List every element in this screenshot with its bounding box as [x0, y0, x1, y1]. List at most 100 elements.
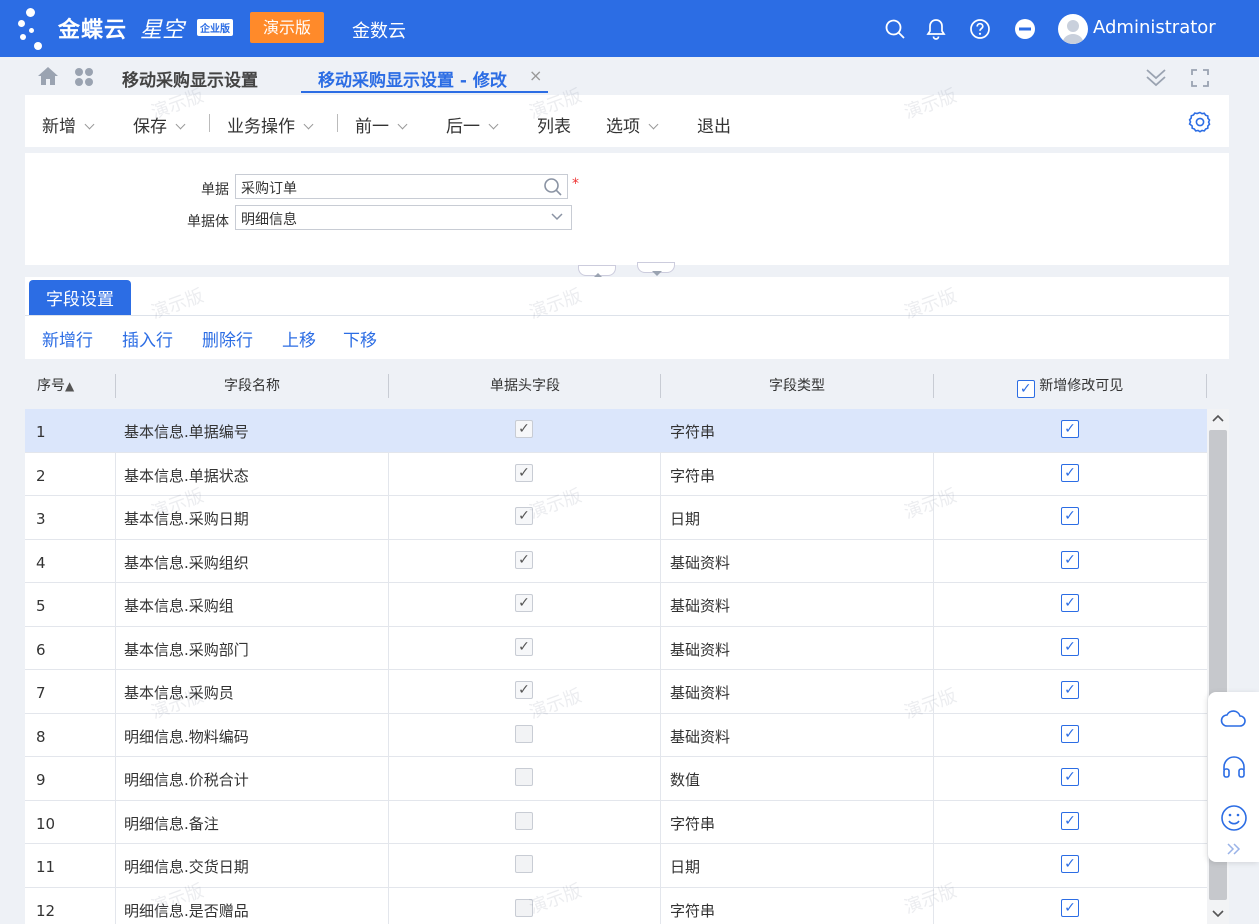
scroll-up-icon[interactable]	[1212, 413, 1224, 423]
data-center-name[interactable]: 金数云	[352, 17, 406, 43]
chevron-down-icon[interactable]	[551, 213, 563, 221]
chevron-down-icon[interactable]	[488, 119, 499, 130]
demo-badge[interactable]: 演示版	[250, 12, 324, 43]
collapse-up-button[interactable]	[578, 265, 616, 278]
bell-icon[interactable]	[925, 18, 947, 40]
headset-icon[interactable]	[1221, 755, 1247, 781]
brand-name: 金蝶云	[58, 18, 128, 43]
add-row-button[interactable]: 新增行	[42, 326, 93, 351]
cell-field-name[interactable]: 基本信息.采购部门	[124, 627, 249, 671]
fullscreen-icon[interactable]	[1190, 68, 1210, 88]
chevron-down-icon[interactable]	[303, 119, 314, 130]
table-row[interactable]: 9 明细信息.价税合计 数值 ✓	[25, 757, 1207, 801]
avatar[interactable]	[1058, 14, 1088, 44]
cell-field-name[interactable]: 基本信息.采购日期	[124, 496, 249, 540]
search-icon[interactable]	[884, 18, 906, 40]
table-row[interactable]: 3 基本信息.采购日期 ✓ 日期 ✓	[25, 496, 1207, 540]
help-icon[interactable]	[969, 18, 991, 40]
cell-field-name[interactable]: 基本信息.采购组	[124, 583, 234, 627]
table-row[interactable]: 5 基本信息.采购组 ✓ 基础资料 ✓	[25, 583, 1207, 627]
cell-field-name[interactable]: 明细信息.备注	[124, 801, 219, 845]
table-row[interactable]: 11 明细信息.交货日期 日期 ✓	[25, 844, 1207, 888]
chevron-down-icon[interactable]	[84, 119, 95, 130]
table-row[interactable]: 12 明细信息.是否赠品 字符串 ✓	[25, 888, 1207, 924]
col-header-no[interactable]: 序号▲	[37, 359, 117, 409]
cell-field-name[interactable]: 基本信息.采购员	[124, 670, 234, 714]
tab-field-settings[interactable]: 字段设置	[29, 280, 131, 316]
tab-display-settings-edit[interactable]: 移动采购显示设置 - 修改	[318, 66, 507, 91]
visible-checkbox[interactable]: ✓	[1061, 855, 1079, 873]
table-row[interactable]: 4 基本信息.采购组织 ✓ 基础资料 ✓	[25, 540, 1207, 584]
table-row[interactable]: 1 基本信息.单据编号 ✓ 字符串 ✓	[25, 409, 1207, 453]
next-button[interactable]: 后一	[446, 112, 499, 137]
scroll-down-icon[interactable]	[1212, 909, 1224, 919]
apps-icon[interactable]	[74, 67, 94, 87]
table-row[interactable]: 8 明细信息.物料编码 基础资料 ✓	[25, 714, 1207, 758]
visible-checkbox[interactable]: ✓	[1061, 724, 1079, 743]
visible-checkbox[interactable]: ✓	[1061, 768, 1079, 786]
col-header-field-type[interactable]: 字段类型	[661, 359, 933, 409]
chevron-down-icon[interactable]	[175, 119, 186, 130]
table-row[interactable]: 7 基本信息.采购员 ✓ 基础资料 ✓	[25, 670, 1207, 714]
cloud-icon[interactable]	[1220, 708, 1246, 730]
visible-checkbox[interactable]: ✓	[1061, 507, 1079, 525]
visible-checkbox[interactable]: ✓	[1061, 550, 1079, 569]
col-header-visible[interactable]: ✓ 新增修改可见	[934, 359, 1206, 409]
cell-field-name[interactable]: 明细信息.是否赠品	[124, 888, 249, 924]
visible-checkbox[interactable]: ✓	[1061, 594, 1079, 612]
exit-button[interactable]: 退出	[697, 112, 731, 137]
chevron-down-icon[interactable]	[648, 119, 659, 130]
settings-icon[interactable]	[1188, 110, 1212, 134]
smile-icon[interactable]	[1220, 804, 1248, 832]
col-header-field-name[interactable]: 字段名称	[116, 359, 388, 409]
move-down-button[interactable]: 下移	[343, 326, 377, 351]
sort-asc-icon[interactable]: ▲	[65, 379, 74, 393]
tab-display-settings[interactable]: 移动采购显示设置	[122, 66, 258, 91]
cell-field-type: 基础资料	[670, 553, 731, 572]
required-mark: *	[572, 176, 579, 192]
chevron-down-icon[interactable]	[397, 119, 408, 130]
user-name[interactable]: Administrator	[1093, 17, 1216, 38]
visible-checkbox[interactable]: ✓	[1061, 463, 1079, 482]
list-button[interactable]: 列表	[537, 112, 571, 137]
insert-row-button[interactable]: 插入行	[122, 326, 173, 351]
table-row[interactable]: 10 明细信息.备注 字符串 ✓	[25, 801, 1207, 845]
home-icon[interactable]	[37, 66, 59, 86]
previous-button[interactable]: 前一	[355, 112, 408, 137]
visible-checkbox[interactable]: ✓	[1061, 811, 1079, 830]
select-all-checkbox[interactable]: ✓	[1016, 380, 1035, 398]
cell-field-name[interactable]: 明细信息.价税合计	[124, 757, 249, 801]
double-chevron-icon[interactable]	[1226, 842, 1242, 856]
business-ops-button[interactable]: 业务操作	[227, 112, 314, 137]
options-button[interactable]: 选项	[606, 112, 659, 137]
edition-badge: 企业版	[197, 19, 233, 36]
visible-checkbox[interactable]: ✓	[1061, 637, 1079, 656]
move-up-button[interactable]: 上移	[282, 326, 316, 351]
minus-circle-icon[interactable]	[1014, 18, 1036, 40]
cell-field-name[interactable]: 明细信息.交货日期	[124, 844, 249, 888]
cell-field-name[interactable]: 明细信息.物料编码	[124, 714, 249, 758]
col-visible-label: 新增修改可见	[1039, 378, 1124, 394]
header-field-checkbox	[515, 898, 533, 917]
panel-splitter	[25, 262, 1229, 278]
cell-field-name[interactable]: 基本信息.采购组织	[124, 540, 249, 584]
tab-close-icon[interactable]: ×	[529, 66, 542, 85]
delete-row-button[interactable]: 删除行	[202, 326, 253, 351]
cell-field-name[interactable]: 基本信息.单据状态	[124, 453, 249, 497]
bill-body-select[interactable]: 明细信息	[235, 205, 572, 230]
header-field-checkbox	[515, 768, 533, 786]
search-icon[interactable]	[543, 177, 563, 197]
visible-checkbox[interactable]: ✓	[1061, 681, 1079, 699]
cell-field-name[interactable]: 基本信息.单据编号	[124, 409, 249, 453]
visible-checkbox[interactable]: ✓	[1061, 898, 1079, 917]
col-header-header-field[interactable]: 单据头字段	[389, 359, 661, 409]
table-row[interactable]: 2 基本信息.单据状态 ✓ 字符串 ✓	[25, 453, 1207, 497]
collapse-icon[interactable]	[1145, 68, 1167, 88]
save-button[interactable]: 保存	[133, 112, 186, 137]
visible-checkbox[interactable]: ✓	[1061, 420, 1079, 438]
bill-field[interactable]: 采购订单	[235, 174, 568, 199]
table-row[interactable]: 6 基本信息.采购部门 ✓ 基础资料 ✓	[25, 627, 1207, 671]
new-button[interactable]: 新增	[42, 112, 95, 137]
cell-no: 9	[36, 771, 46, 789]
collapse-down-button[interactable]	[637, 262, 675, 276]
